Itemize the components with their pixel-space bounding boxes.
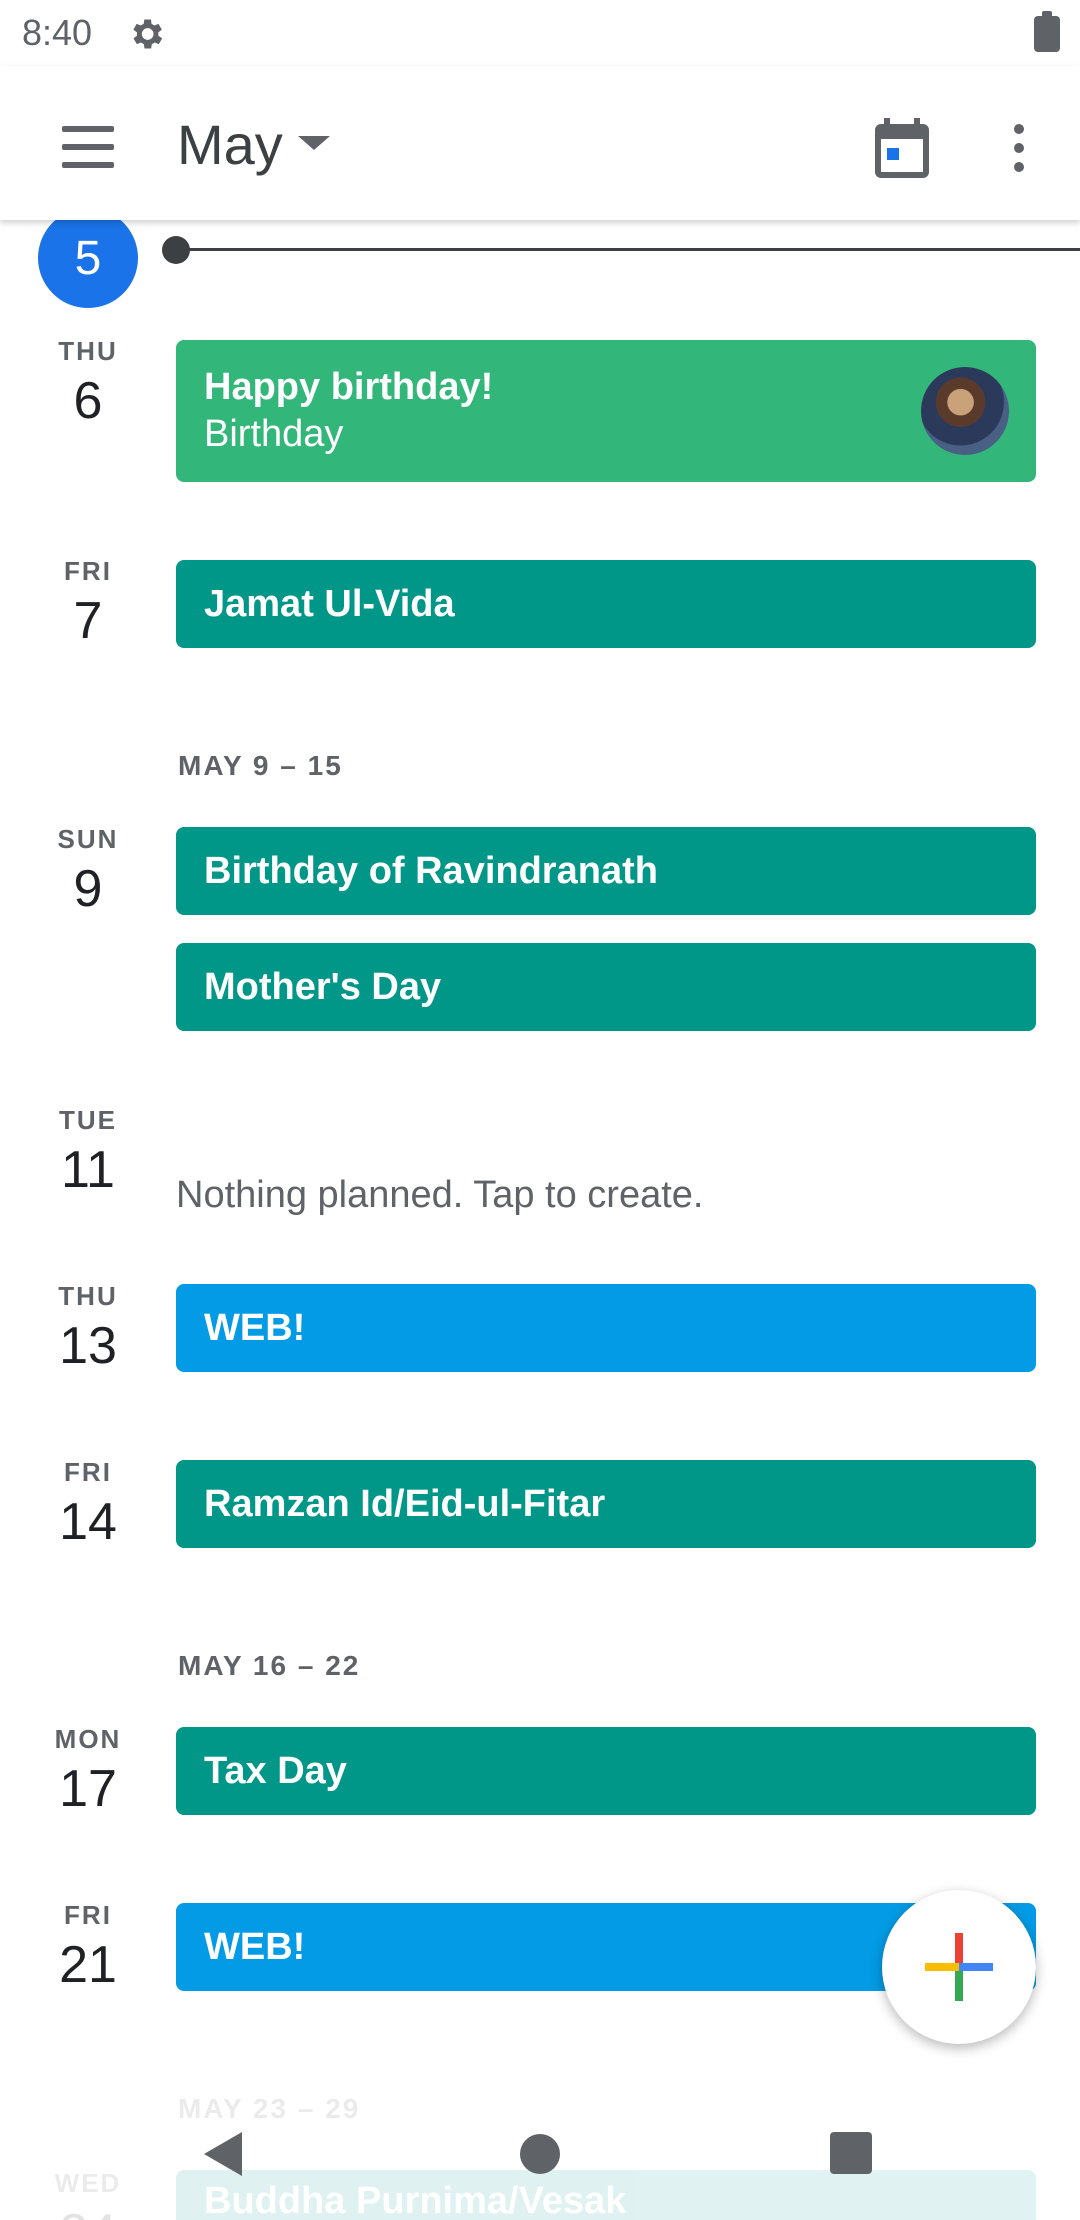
event-birthday-of-ravindranath[interactable]: Birthday of Ravindranath — [176, 827, 1036, 915]
plus-icon — [925, 1933, 993, 2001]
week-range-label: MAY 16 – 22 — [178, 1650, 361, 1681]
day-of-week: SUN — [57, 824, 119, 854]
event-title: WEB! — [204, 1925, 306, 1968]
day-number: 17 — [59, 1760, 117, 1818]
day-of-week: THU — [58, 1281, 118, 1311]
event-title: Ramzan Id/Eid-ul-Fitar — [204, 1482, 606, 1525]
event-buddha-purnima[interactable]: Buddha Purnima/Vesak — [176, 2170, 1036, 2220]
event-title: Jamat Ul-Vida — [204, 582, 455, 625]
day-number: 14 — [59, 1493, 117, 1551]
day-of-week: MON — [54, 1724, 122, 1754]
event-web-13[interactable]: WEB! — [176, 1284, 1036, 1372]
day-of-week: THU — [58, 336, 118, 366]
day-of-week: FRI — [64, 1457, 112, 1487]
event-mothers-day[interactable]: Mother's Day — [176, 943, 1036, 1031]
day-number: 7 — [73, 592, 103, 650]
event-subtitle: Birthday — [204, 413, 344, 455]
month-title: May — [177, 113, 283, 176]
day-number: 21 — [59, 1936, 117, 1994]
event-happy-birthday[interactable]: Happy birthday! Birthday — [176, 340, 1036, 482]
week-range-label: MAY 23 – 29 — [178, 2093, 361, 2124]
event-title: Mother's Day — [204, 965, 442, 1008]
day-label[interactable]: SUN 9 — [38, 824, 138, 919]
nav-back-icon[interactable] — [204, 2132, 242, 2176]
event-title: Birthday of Ravindranath — [204, 849, 658, 892]
day-label[interactable]: FRI 7 — [38, 556, 138, 651]
event-tax-day[interactable]: Tax Day — [176, 1727, 1036, 1815]
battery-icon — [1034, 11, 1060, 52]
day-of-week: FRI — [64, 1900, 112, 1930]
day-number: 13 — [59, 1317, 117, 1375]
day-number: 24 — [38, 2203, 138, 2220]
week-range-label: MAY 9 – 15 — [178, 750, 343, 781]
empty-day-create-prompt[interactable]: Nothing planned. Tap to create. — [176, 1174, 703, 1217]
day-label[interactable]: MON 17 — [38, 1724, 138, 1819]
event-jamat-ul-vida[interactable]: Jamat Ul-Vida — [176, 560, 1036, 648]
day-label[interactable]: THU 13 — [38, 1281, 138, 1376]
event-title: Tax Day — [204, 1749, 347, 1792]
day-of-week: FRI — [64, 556, 112, 586]
settings-gear-icon — [133, 19, 163, 49]
today-date-circle[interactable]: 5 — [38, 208, 138, 308]
avatar — [921, 367, 1009, 455]
nav-recents-icon[interactable] — [830, 2132, 872, 2174]
status-bar: 8:40 — [0, 0, 1080, 66]
menu-button[interactable] — [52, 114, 124, 186]
day-label[interactable]: FRI 14 — [38, 1457, 138, 1552]
status-time: 8:40 — [22, 12, 93, 53]
day-label[interactable]: TUE 11 — [38, 1105, 138, 1200]
day-number: 11 — [61, 1141, 115, 1199]
day-of-week: WED — [54, 2168, 122, 2198]
current-time-line — [176, 248, 1080, 251]
more-options-button[interactable] — [990, 112, 1046, 184]
chevron-down-icon — [298, 136, 330, 150]
app-bar: May — [0, 66, 1080, 220]
nav-home-icon[interactable] — [520, 2134, 560, 2174]
create-event-button[interactable] — [882, 1890, 1036, 2044]
day-of-week: TUE — [59, 1105, 117, 1135]
today-calendar-icon[interactable] — [866, 112, 938, 184]
event-title: Buddha Purnima/Vesak — [204, 2180, 627, 2220]
event-title: Happy birthday! — [204, 366, 494, 408]
event-ramzan-id[interactable]: Ramzan Id/Eid-ul-Fitar — [176, 1460, 1036, 1548]
day-label[interactable]: FRI 21 — [38, 1900, 138, 1995]
day-label[interactable]: WED 24 — [38, 2168, 138, 2220]
day-number: 9 — [73, 860, 103, 918]
day-number: 6 — [73, 372, 103, 430]
event-title: WEB! — [204, 1306, 306, 1349]
day-label[interactable]: THU 6 — [38, 336, 138, 431]
